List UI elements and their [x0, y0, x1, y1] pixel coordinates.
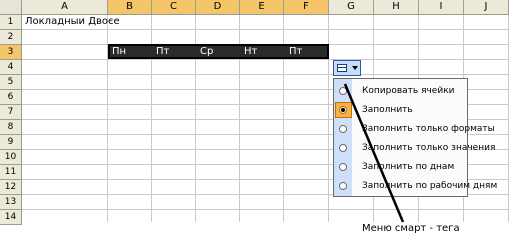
menu-item-fill-series[interactable]: Заполнить: [334, 101, 467, 120]
column-header-c[interactable]: C: [152, 0, 196, 15]
row-header-9[interactable]: 9: [0, 135, 22, 150]
menu-item-label: Заполнить только значения: [362, 143, 496, 153]
select-all-corner[interactable]: [0, 0, 22, 15]
radio-icon: [339, 163, 347, 171]
menu-item-label: Заполнить только форматы: [362, 124, 495, 134]
gridline: [22, 59, 509, 60]
annotation-caption: Меню смарт - тега: [362, 223, 460, 234]
column-header-d[interactable]: D: [196, 0, 240, 15]
column-header-f[interactable]: F: [284, 0, 329, 15]
smart-tag-button[interactable]: [333, 60, 361, 76]
menu-item-label: Заполнить: [362, 105, 413, 115]
column-header-j[interactable]: J: [464, 0, 509, 15]
column-header-e[interactable]: E: [240, 0, 284, 15]
column-header-a[interactable]: A: [22, 0, 108, 15]
menu-item-label: Копировать ячейки: [362, 86, 455, 96]
menu-item-fill-values[interactable]: Заполнить только значения: [334, 139, 495, 158]
menu-item-copy-cells[interactable]: Копировать ячейки: [334, 82, 467, 101]
menu-item-fill-workdays[interactable]: Заполнить по рабочим дням: [334, 177, 497, 196]
row-header-14[interactable]: 14: [0, 210, 22, 225]
row-header-11[interactable]: 11: [0, 165, 22, 180]
cell-c3[interactable]: Пт: [156, 44, 169, 59]
row-header-6[interactable]: 6: [0, 90, 22, 105]
smart-tag-menu: Копировать ячейки Заполнить Заполнить то…: [333, 78, 497, 197]
row-header-1[interactable]: 1: [0, 15, 22, 30]
column-header-g[interactable]: G: [329, 0, 374, 15]
cell-e3[interactable]: Нт: [244, 44, 257, 59]
menu-item-fill-days[interactable]: Заполнить по днам: [334, 158, 467, 177]
cell-a1[interactable]: Локладныи Двоєе: [25, 14, 120, 29]
column-header-i[interactable]: I: [419, 0, 464, 15]
cell-d3[interactable]: Ср: [200, 44, 213, 59]
radio-selected-dot-icon: [341, 108, 345, 112]
row-header-13[interactable]: 13: [0, 195, 22, 210]
menu-item-fill-formats[interactable]: Заполнить только форматы: [334, 120, 495, 139]
column-header-b[interactable]: B: [108, 0, 152, 15]
row-header-10[interactable]: 10: [0, 150, 22, 165]
gridline: [22, 74, 509, 75]
gridline: [22, 209, 509, 210]
radio-icon: [339, 182, 347, 190]
gridline: [22, 29, 509, 30]
radio-icon: [339, 125, 347, 133]
column-header-h[interactable]: H: [374, 0, 419, 15]
row-header-7[interactable]: 7: [0, 105, 22, 120]
autofill-options-icon: [337, 64, 347, 72]
row-header-2[interactable]: 2: [0, 30, 22, 45]
row-header-5[interactable]: 5: [0, 75, 22, 90]
menu-item-label: Заполнить по днам: [362, 162, 455, 172]
cell-f3[interactable]: Пт: [289, 44, 302, 59]
cell-b3[interactable]: Пн: [112, 44, 126, 59]
row-header-8[interactable]: 8: [0, 120, 22, 135]
menu-item-label: Заполнить по рабочим дням: [362, 181, 498, 191]
row-header-12[interactable]: 12: [0, 180, 22, 195]
row-header-3[interactable]: 3: [0, 45, 22, 60]
radio-icon: [339, 87, 347, 95]
radio-icon: [339, 144, 347, 152]
dropdown-arrow-icon: [352, 66, 358, 70]
row-header-4[interactable]: 4: [0, 60, 22, 75]
